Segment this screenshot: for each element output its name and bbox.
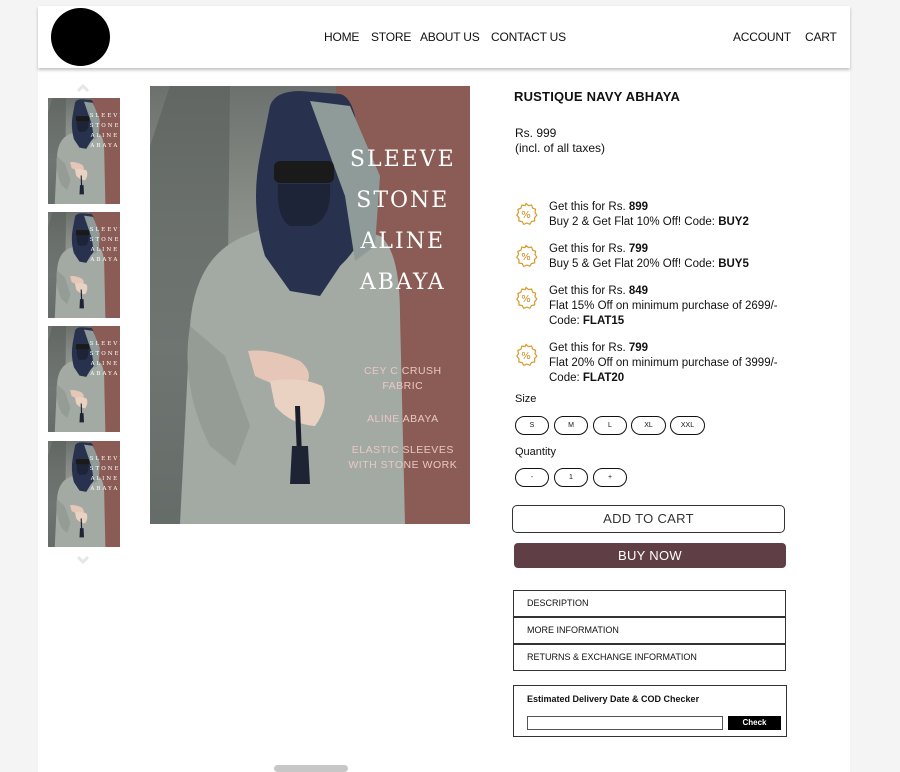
quantity-minus-button[interactable]: - — [515, 468, 549, 487]
site-header: HOME STORE ABOUT US CONTACT US ACCOUNT C… — [38, 6, 850, 68]
nav-account[interactable]: ACCOUNT — [733, 30, 791, 44]
quantity-label: Quantity — [515, 446, 556, 458]
product-photo: SLEEVESTONEALINEABAYA — [48, 441, 120, 547]
product-main-image: SLEEVE STONE ALINE ABAYA CEY C CRUSH FABRIC AL… — [150, 86, 470, 524]
nav-home[interactable]: HOME — [324, 30, 359, 44]
nav-cart[interactable]: CART — [805, 30, 837, 44]
size-label: Size — [515, 393, 537, 405]
percent-badge-icon — [516, 202, 538, 225]
chevron-down-icon[interactable] — [76, 554, 90, 566]
size-option-xxl[interactable]: XXL — [670, 416, 705, 435]
thumbnail-2[interactable]: SLEEVESTONEALINEABAYA — [48, 212, 120, 318]
size-option-xl[interactable]: XL — [631, 416, 666, 435]
percent-badge-icon — [516, 286, 538, 309]
accordion-returns-exchange[interactable]: RETURNS & EXCHANGE INFORMATION — [513, 644, 786, 671]
accordion-more-information[interactable]: MORE INFORMATION — [513, 617, 786, 644]
add-to-cart-button[interactable]: ADD TO CART — [512, 505, 785, 533]
size-option-s[interactable]: S — [515, 416, 549, 435]
check-button[interactable]: Check — [728, 716, 781, 730]
horizontal-scrollbar[interactable] — [274, 765, 348, 772]
nav-store[interactable]: STORE — [371, 30, 411, 44]
product-photo: SLEEVESTONEALINEABAYA — [48, 98, 120, 204]
product-photo: SLEEVESTONEALINEABAYA — [48, 212, 120, 318]
percent-badge-icon — [516, 244, 538, 267]
thumbnail-4[interactable]: SLEEVESTONEALINEABAYA — [48, 441, 120, 547]
chevron-up-icon[interactable] — [76, 82, 90, 94]
nav-contact-us[interactable]: CONTACT US — [491, 30, 566, 44]
thumbnail-1[interactable]: SLEEVESTONEALINEABAYA — [48, 98, 120, 204]
delivery-checker-title: Estimated Delivery Date & COD Checker — [527, 694, 700, 704]
accordion-description[interactable]: DESCRIPTION — [513, 590, 786, 617]
quantity-plus-button[interactable]: + — [593, 468, 627, 487]
size-option-m[interactable]: M — [554, 416, 588, 435]
buy-now-button[interactable]: BUY NOW — [514, 543, 786, 568]
delivery-checker: Estimated Delivery Date & COD Checker Ch… — [513, 685, 787, 737]
brand-logo[interactable] — [51, 8, 110, 66]
product-title: RUSTIQUE NAVY ABHAYA — [514, 89, 681, 104]
percent-badge-icon — [516, 343, 538, 366]
product-price: Rs. 999 — [515, 126, 557, 140]
size-option-l[interactable]: L — [593, 416, 627, 435]
quantity-value[interactable]: 1 — [554, 468, 588, 487]
nav-about-us[interactable]: ABOUT US — [420, 30, 480, 44]
pincode-input[interactable] — [527, 716, 723, 730]
product-photo: SLEEVESTONEALINEABAYA — [48, 326, 120, 432]
tax-note: (incl. of all taxes) — [515, 141, 606, 155]
thumbnail-3[interactable]: SLEEVESTONEALINEABAYA — [48, 326, 120, 432]
product-photo: SLEEVE STONE ALINE ABAYA CEY C CRUSH FABRIC AL… — [150, 86, 470, 524]
page: HOME STORE ABOUT US CONTACT US ACCOUNT C… — [38, 6, 850, 772]
